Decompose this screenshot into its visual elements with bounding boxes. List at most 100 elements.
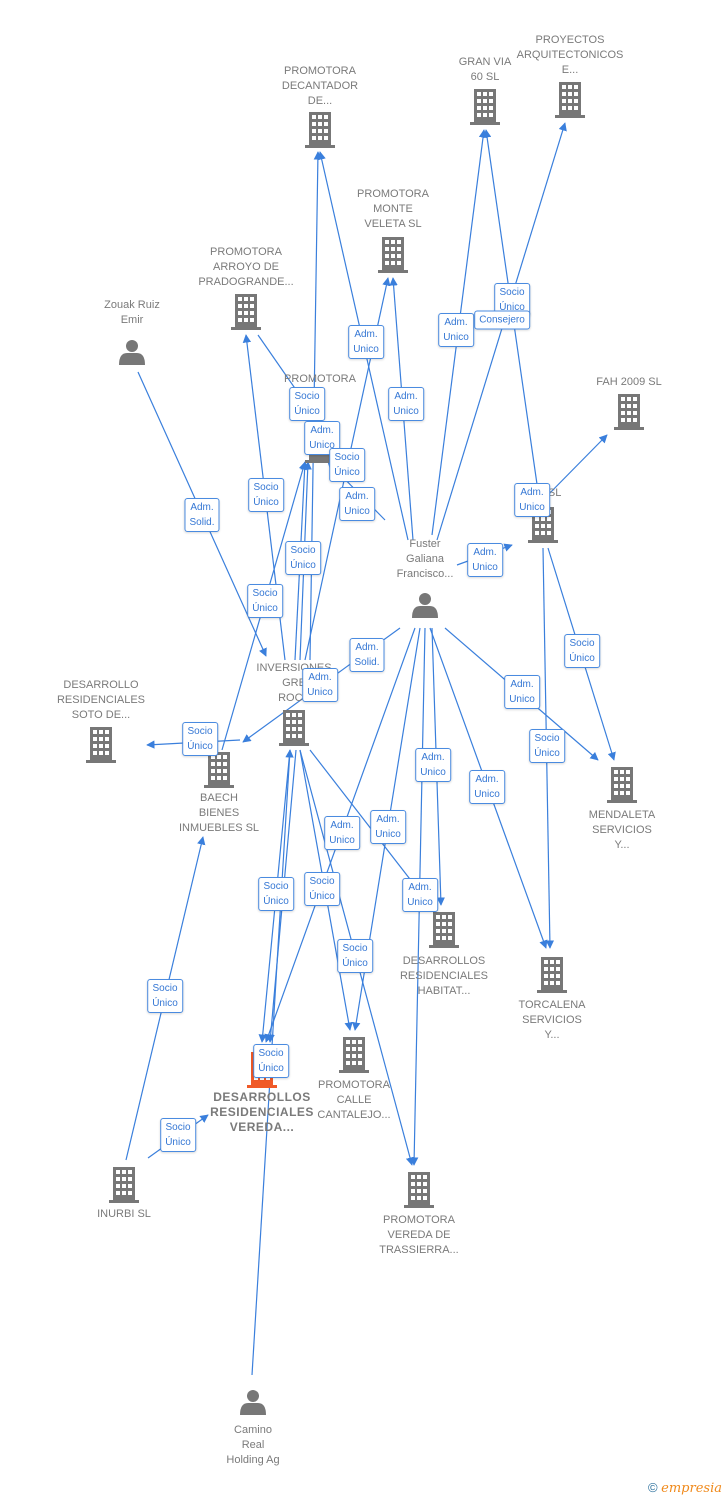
node-label-soto[interactable]: DESARROLLO RESIDENCIALES SOTO DE... [57, 678, 145, 723]
building-icon[interactable] [470, 89, 500, 125]
node-label-fah[interactable]: FAH 2009 SL [596, 375, 661, 390]
relation-label[interactable]: Adm. Unico [302, 668, 338, 702]
person-icon[interactable] [240, 1390, 266, 1415]
node-label-monteveleta[interactable]: PROMOTORA MONTE VELETA SL [357, 187, 429, 232]
relation-label[interactable]: Socio Único [147, 979, 183, 1013]
relation-label[interactable]: Adm. Unico [348, 325, 384, 359]
node-label-baech[interactable]: BAECH BIENES INMUEBLES SL [179, 791, 259, 836]
node-label-torcalena[interactable]: TORCALENA SERVICIOS Y... [518, 998, 585, 1043]
node-label-line: PRADOGRANDE... [198, 276, 294, 288]
relation-label[interactable]: Socio Único [247, 584, 283, 618]
node-label-line: FAH 2009 SL [596, 376, 662, 388]
relation-label[interactable]: Socio Único [182, 722, 218, 756]
relation-label[interactable]: Socio Único [289, 387, 325, 421]
relation-label-text: Único [165, 1137, 191, 1148]
relation-label-text: Adm. [310, 425, 334, 436]
relation-label-text: Socio [499, 287, 525, 298]
relation-label-text: Unico [509, 694, 535, 705]
node-label-line: Fuster [409, 538, 441, 550]
node-label-line: CANTALEJO... [317, 1109, 391, 1121]
node-label-line: CALLE [336, 1094, 372, 1106]
relation-label[interactable]: Socio Único [160, 1118, 196, 1152]
relation-label-text: Unico [474, 789, 500, 800]
relation-label[interactable]: Consejero [474, 310, 530, 330]
building-icon[interactable] [378, 237, 408, 273]
relation-label[interactable]: Adm. Unico [339, 487, 375, 521]
building-icon[interactable] [279, 710, 309, 746]
relation-label-text: Adm. [345, 491, 369, 502]
relation-label-text: Socio [309, 876, 335, 887]
relation-label-text: Único [187, 741, 213, 752]
relation-label-text: Adm. [473, 547, 497, 558]
relation-label[interactable]: Adm. Unico [388, 387, 424, 421]
relation-label[interactable]: Adm. Unico [370, 810, 406, 844]
building-icon[interactable] [109, 1167, 139, 1203]
node-label-line: PROMOTORA [318, 1079, 390, 1091]
node-label-habitat[interactable]: DESARROLLOS RESIDENCIALES HABITAT... [400, 954, 488, 999]
node-label-proyectos[interactable]: PROYECTOS ARQUITECTONICOS E... [517, 33, 624, 78]
building-icon[interactable] [614, 394, 644, 430]
building-icon[interactable] [404, 1172, 434, 1208]
node-label-line: BAECH [200, 792, 238, 804]
relation-label-text: Único [152, 998, 178, 1009]
relation-label-text: Socio [294, 391, 320, 402]
node-label-line: SERVICIOS [592, 824, 652, 836]
node-label-line: E... [561, 64, 579, 76]
relation-label[interactable]: Adm. Solid. [349, 638, 385, 672]
building-icon[interactable] [607, 767, 637, 803]
relation-label[interactable]: Socio Único [258, 877, 294, 911]
relation-label-text: Socio [165, 1122, 191, 1133]
relation-label-text: Socio [187, 726, 213, 737]
relation-label-text: Único [334, 467, 360, 478]
relation-label-text: Consejero [479, 314, 525, 326]
relation-label-text: Socio [252, 588, 278, 599]
building-icon[interactable] [231, 294, 261, 330]
relation-label-text: Socio [263, 881, 289, 892]
relation-label[interactable]: Adm. Unico [438, 313, 474, 347]
relation-label[interactable]: Adm. Unico [514, 483, 550, 517]
node-label-inurbi[interactable]: INURBI SL [97, 1207, 151, 1222]
building-icon[interactable] [86, 727, 116, 763]
relation-label[interactable]: Socio Único [304, 872, 340, 906]
node-label-line: 60 SL [470, 71, 500, 83]
relation-label-text: Adm. [510, 679, 534, 690]
relation-label[interactable]: Adm. Unico [324, 816, 360, 850]
building-icon[interactable] [339, 1037, 369, 1073]
relation-label-text: Adm. [394, 391, 418, 402]
building-icon[interactable] [537, 957, 567, 993]
relation-label[interactable]: Socio Único [529, 729, 565, 763]
node-label-vereda[interactable]: DESARROLLOS RESIDENCIALES VEREDA... [210, 1090, 314, 1135]
node-label-decantador[interactable]: PROMOTORA DECANTADOR DE... [282, 64, 358, 109]
node-label-cantalejo[interactable]: PROMOTORA CALLE CANTALEJO... [317, 1078, 390, 1123]
relation-label[interactable]: Adm. Unico [402, 878, 438, 912]
node-label-line: TORCALENA [518, 999, 586, 1011]
node-label-camino[interactable]: Camino Real Holding Ag [226, 1423, 279, 1468]
relation-label-text: Único [253, 497, 279, 508]
relation-label[interactable]: Socio Único [285, 541, 321, 575]
relation-label[interactable]: Adm. Unico [469, 770, 505, 804]
building-icon[interactable] [204, 752, 234, 788]
node-label-zouak[interactable]: Zouak Ruiz Emir [104, 298, 160, 328]
relation-label[interactable]: Adm. Unico [504, 675, 540, 709]
node-label-trassierra[interactable]: PROMOTORA VEREDA DE TRASSIERRA... [379, 1213, 458, 1258]
relation-label[interactable]: Adm. Unico [415, 748, 451, 782]
node-label-mendaleta[interactable]: MENDALETA SERVICIOS Y... [589, 808, 655, 853]
building-icon[interactable] [305, 112, 335, 148]
building-icon[interactable] [429, 912, 459, 948]
relation-label[interactable]: Socio Único [248, 478, 284, 512]
relation-label[interactable]: Socio Único [337, 939, 373, 973]
footer-brand[interactable]: © empresia [648, 1480, 722, 1496]
person-icon[interactable] [119, 340, 145, 365]
relation-label[interactable]: Adm. Solid. [184, 498, 220, 532]
relation-label[interactable]: Socio Único [329, 448, 365, 482]
building-icon[interactable] [555, 82, 585, 118]
relation-label[interactable]: Socio Único [564, 634, 600, 668]
relation-label-text: Único [252, 603, 278, 614]
node-label-granvia[interactable]: GRAN VIA 60 SL [459, 55, 512, 85]
relation-label[interactable]: Adm. Unico [467, 543, 503, 577]
person-icon[interactable] [412, 593, 438, 618]
node-label-fuster[interactable]: Fuster Galiana Francisco... [397, 537, 454, 582]
node-label-arroyo[interactable]: PROMOTORA ARROYO DE PRADOGRANDE... [198, 245, 293, 290]
relation-label-text: Socio [152, 983, 178, 994]
relation-label[interactable]: Socio Único [253, 1044, 289, 1078]
